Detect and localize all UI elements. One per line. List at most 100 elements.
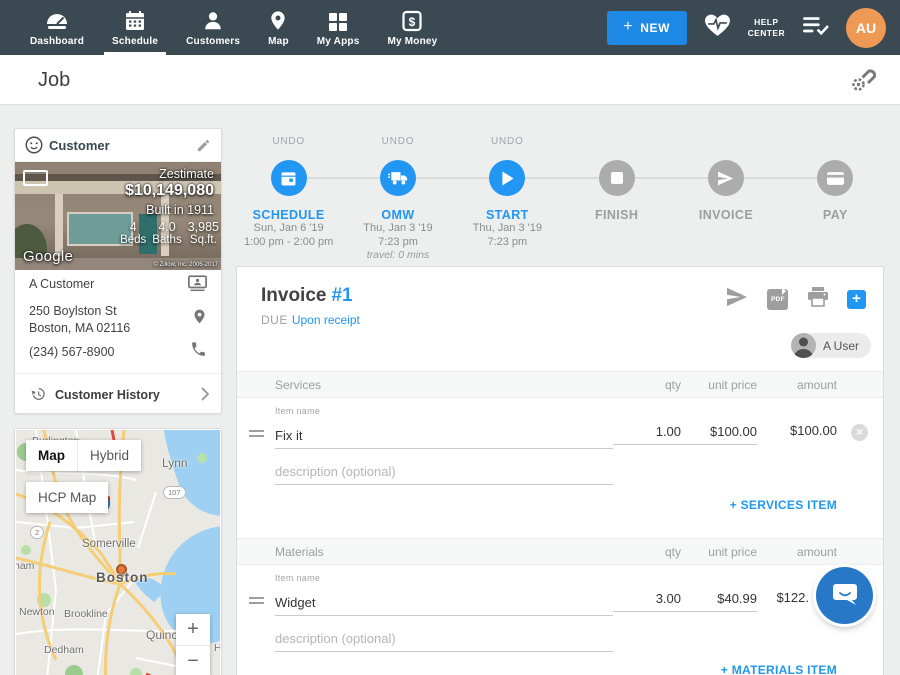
nav-item-dashboard[interactable]: Dashboard bbox=[26, 0, 88, 55]
service-qty-input[interactable] bbox=[613, 421, 681, 445]
invoice-number[interactable]: #1 bbox=[331, 285, 352, 306]
chat-launcher[interactable] bbox=[816, 567, 873, 624]
service-item-name-input[interactable] bbox=[275, 425, 613, 449]
service-amount: $100.00 bbox=[757, 423, 837, 443]
chat-bubble-icon bbox=[831, 580, 859, 612]
material-description-input[interactable] bbox=[275, 628, 613, 652]
add-materials-item-button[interactable]: + MATERIALS ITEM bbox=[237, 663, 883, 675]
nav-label: Schedule bbox=[112, 36, 158, 47]
nav-label: My Apps bbox=[317, 36, 360, 47]
invoice-actions: PDF bbox=[725, 287, 866, 312]
due-label: DUE bbox=[261, 313, 288, 327]
zoom-out-button[interactable]: − bbox=[176, 645, 210, 675]
help-line1: HELP bbox=[748, 17, 785, 28]
customer-card: Customer Zestimate $10,149,080 Built in … bbox=[14, 128, 222, 414]
new-button-label: NEW bbox=[640, 21, 670, 35]
services-title: Services bbox=[237, 378, 613, 392]
undo-start-button[interactable]: UNDO bbox=[453, 136, 562, 148]
phone-icon[interactable] bbox=[190, 341, 207, 363]
hcp-map-button[interactable]: HCP Map bbox=[26, 482, 108, 513]
invoice-card: Invoice#1 DUEUpon receipt PDF A User Ser… bbox=[236, 266, 884, 675]
material-qty-input[interactable] bbox=[613, 588, 681, 612]
baths-label: Baths bbox=[152, 234, 181, 246]
step-time: 1:00 pm - 2:00 pm bbox=[234, 236, 343, 250]
schedule-icon bbox=[124, 8, 146, 32]
map-label-somerville: Somerville bbox=[82, 538, 136, 550]
truck-icon[interactable] bbox=[380, 160, 416, 196]
nav-label: Map bbox=[268, 36, 289, 47]
step-label: START bbox=[453, 208, 562, 222]
map-label-brookline: Brookline bbox=[64, 608, 108, 620]
due-value-link[interactable]: Upon receipt bbox=[292, 313, 360, 327]
location-pin-icon[interactable] bbox=[192, 307, 207, 331]
step-label: INVOICE bbox=[671, 208, 780, 222]
nav-label: Dashboard bbox=[30, 36, 84, 47]
undo-schedule-button[interactable]: UNDO bbox=[234, 136, 343, 148]
user-avatar[interactable]: AU bbox=[846, 8, 886, 48]
credit-card-icon[interactable] bbox=[817, 160, 853, 196]
page-title: Job bbox=[38, 69, 70, 92]
step-label: SCHEDULE bbox=[234, 208, 343, 222]
beds-label: Beds bbox=[120, 234, 146, 246]
hybrid-button[interactable]: Hybrid bbox=[77, 440, 141, 471]
customer-card-header: Customer bbox=[15, 129, 221, 162]
map-label-newton: Newton bbox=[19, 606, 55, 618]
pdf-icon[interactable]: PDF bbox=[767, 289, 788, 310]
service-description-row bbox=[237, 455, 883, 485]
stop-icon[interactable] bbox=[599, 160, 635, 196]
materials-header: Materials qty unit price amount bbox=[237, 538, 883, 565]
assigned-user-chip[interactable]: A User bbox=[791, 333, 871, 358]
print-icon[interactable] bbox=[807, 287, 829, 312]
heart-pulse-icon[interactable] bbox=[704, 13, 731, 43]
map-canvas[interactable]: Burlington Lynn 107 2 93 Somerville Bost… bbox=[16, 430, 220, 675]
drag-handle-icon[interactable] bbox=[249, 597, 264, 604]
top-nav: Dashboard Schedule Customers Map bbox=[0, 0, 900, 55]
add-icon[interactable] bbox=[847, 290, 866, 309]
add-services-item-button[interactable]: + SERVICES ITEM bbox=[237, 498, 883, 512]
help-center-button[interactable]: HELP CENTER bbox=[748, 17, 785, 39]
apps-grid-icon bbox=[328, 8, 348, 32]
nav-item-my-money[interactable]: $ My Money bbox=[383, 0, 441, 55]
map-label-waltham: ham bbox=[16, 560, 34, 572]
undo-omw-button[interactable]: UNDO bbox=[343, 136, 452, 148]
job-progress-steps: UNDO SCHEDULE Sun, Jan 6 '19 1:00 pm - 2… bbox=[234, 130, 890, 262]
material-item-name-input[interactable] bbox=[275, 592, 613, 616]
undo-spacer bbox=[671, 136, 780, 148]
qty-column-header: qty bbox=[613, 378, 681, 392]
item-name-label: Item name bbox=[275, 406, 320, 416]
send-plane-icon[interactable] bbox=[708, 160, 744, 196]
list-check-icon[interactable] bbox=[802, 15, 829, 41]
edit-pencil-icon[interactable] bbox=[196, 138, 211, 158]
material-unit-price-input[interactable] bbox=[681, 588, 757, 612]
nav-menu: Dashboard Schedule Customers Map bbox=[0, 0, 441, 55]
customer-phone: (234) 567-8900 bbox=[29, 345, 114, 359]
drag-handle-icon[interactable] bbox=[249, 430, 264, 437]
sqft-label: Sq.ft. bbox=[188, 234, 219, 246]
google-logo: Google bbox=[23, 248, 73, 265]
new-button[interactable]: + NEW bbox=[607, 11, 687, 45]
beds-value: 4 bbox=[120, 220, 146, 234]
chevron-right-icon bbox=[201, 387, 209, 406]
step-time: 7:23 pm bbox=[453, 236, 562, 250]
calendar-icon[interactable] bbox=[271, 160, 307, 196]
plus-icon: + bbox=[623, 18, 633, 36]
history-icon bbox=[30, 386, 46, 407]
nav-item-map[interactable]: Map bbox=[264, 0, 293, 55]
zoom-in-button[interactable]: + bbox=[176, 614, 210, 645]
nav-item-schedule[interactable]: Schedule bbox=[108, 0, 162, 55]
map-label-hingham: Hi bbox=[214, 642, 220, 654]
service-description-input[interactable] bbox=[275, 461, 613, 485]
amount-column-header: amount bbox=[757, 378, 837, 392]
map-button[interactable]: Map bbox=[26, 440, 77, 471]
tools-icon[interactable] bbox=[850, 67, 878, 95]
send-plane-icon[interactable] bbox=[725, 287, 749, 312]
play-icon[interactable] bbox=[489, 160, 525, 196]
user-avatar-icon bbox=[791, 333, 816, 358]
customer-history-row[interactable]: Customer History bbox=[15, 374, 221, 414]
nav-item-my-apps[interactable]: My Apps bbox=[313, 0, 364, 55]
contact-card-icon[interactable] bbox=[188, 275, 207, 298]
service-unit-price-input[interactable] bbox=[681, 421, 757, 445]
remove-icon[interactable]: × bbox=[851, 424, 868, 441]
nav-item-customers[interactable]: Customers bbox=[182, 0, 244, 55]
unit-price-column-header: unit price bbox=[681, 545, 757, 559]
